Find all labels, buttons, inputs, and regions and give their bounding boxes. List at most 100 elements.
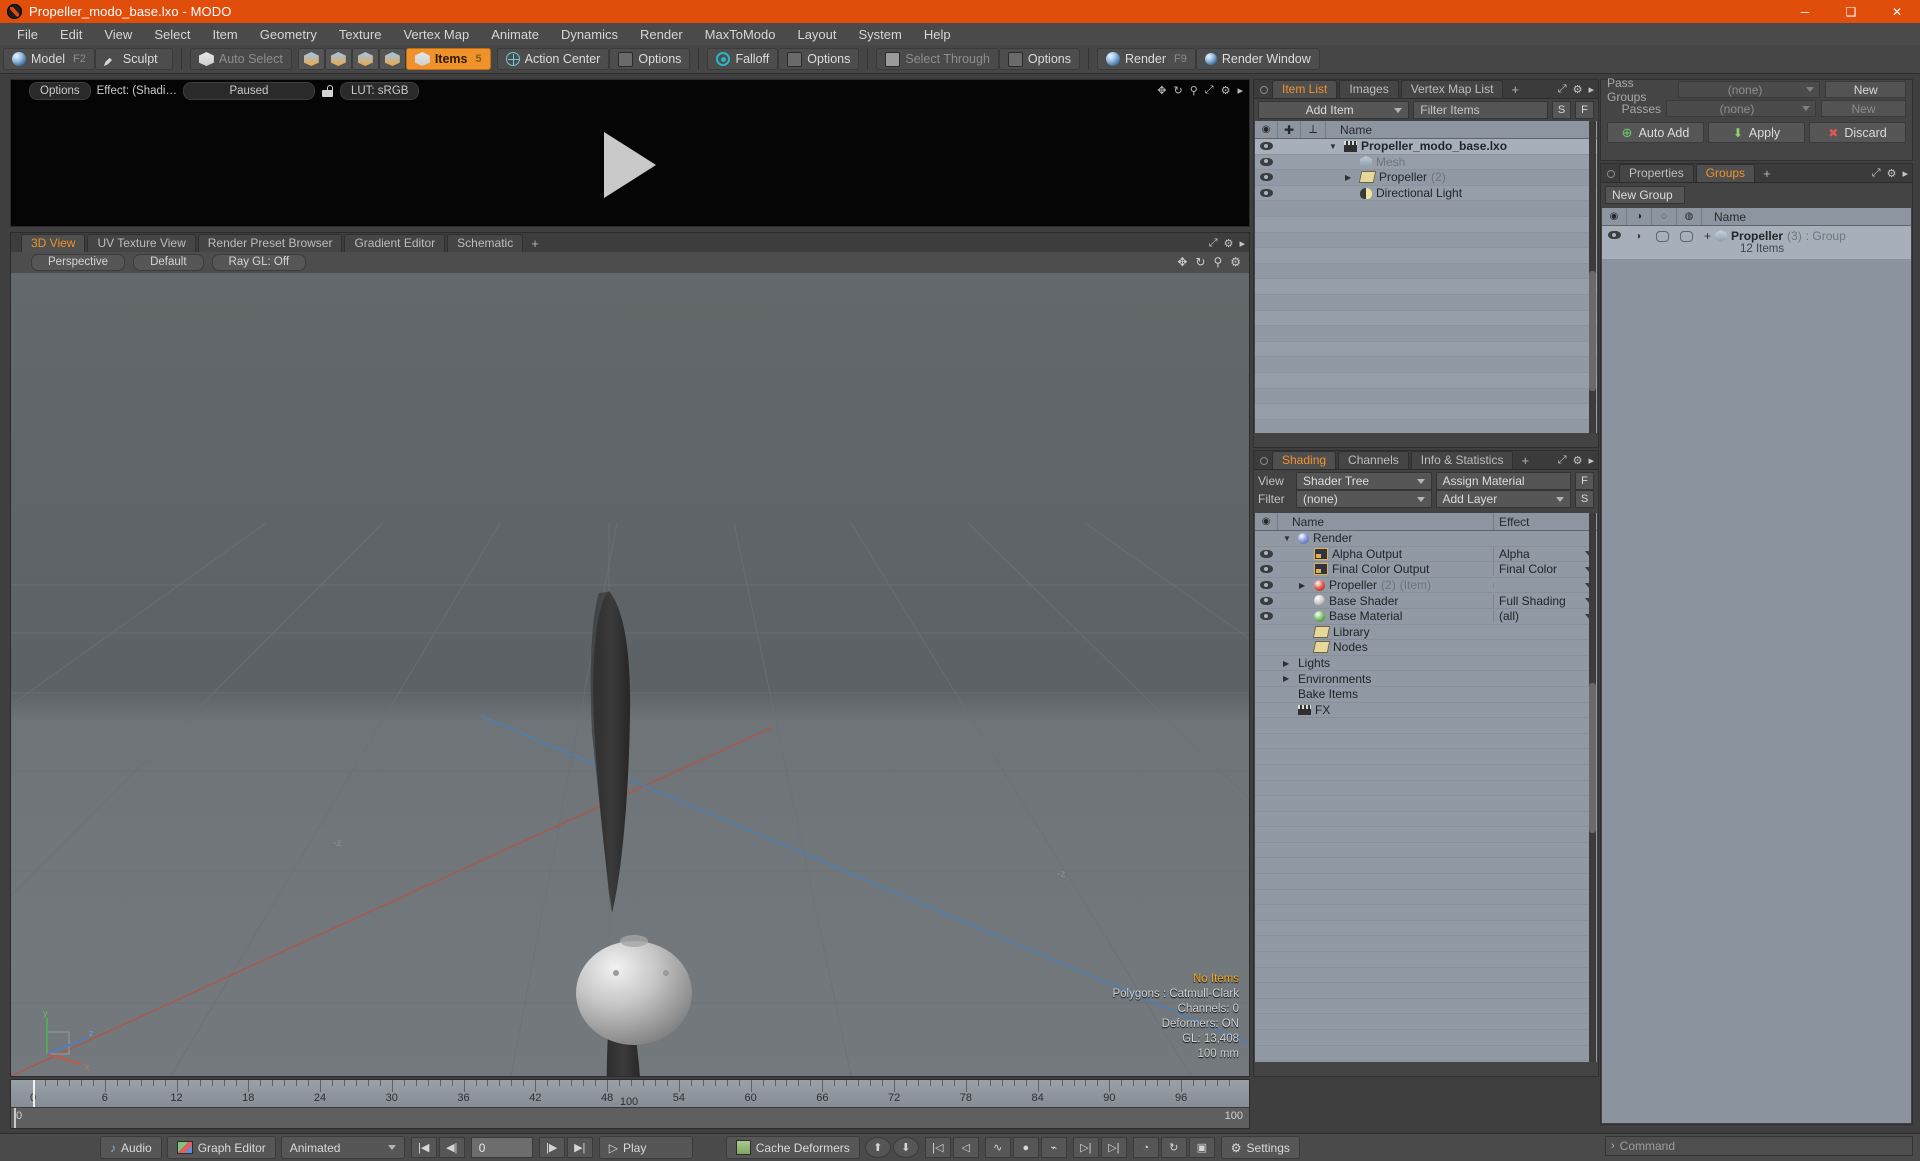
key-edit-icon[interactable]: ⌁ <box>1040 1137 1067 1158</box>
group-wire-toggle[interactable] <box>1674 229 1698 242</box>
filter-items-input[interactable]: Filter Items <box>1413 101 1548 119</box>
graph-editor-button[interactable]: Graph Editor <box>166 1136 276 1159</box>
key-up-icon[interactable]: ⬆ <box>864 1137 891 1158</box>
step-forward-button[interactable]: |▶ <box>538 1137 565 1158</box>
group-expander[interactable]: + <box>1704 229 1711 243</box>
chevron-right-icon[interactable]: ▸ <box>1902 167 1908 180</box>
select-through-button[interactable]: Select Through <box>876 48 999 70</box>
shading-scrollbar[interactable] <box>1589 513 1596 1062</box>
maximize-button[interactable]: ❑ <box>1828 0 1874 23</box>
shading-filter-dropdown[interactable]: (none) <box>1296 490 1432 508</box>
add-item-button[interactable]: Add Item <box>1258 101 1410 119</box>
shader-effect-dropdown[interactable]: Full Shading <box>1493 593 1597 608</box>
move-icon[interactable]: ✥ <box>1157 84 1166 97</box>
key-first-icon[interactable]: |◁ <box>924 1137 951 1158</box>
new-group-button[interactable]: New Group <box>1605 186 1685 204</box>
key-set-icon[interactable]: ● <box>1012 1137 1039 1158</box>
menu-item-layout[interactable]: Layout <box>786 25 847 44</box>
passes-new-button[interactable]: New <box>1821 100 1906 117</box>
shader-tree-row[interactable]: Library <box>1255 625 1597 641</box>
shader-tree[interactable]: ▼ Render Alpha Output Alpha Final Color Outp… <box>1255 531 1597 1062</box>
shader-tree-row[interactable]: ▶ Environments <box>1255 671 1597 687</box>
shader-visibility-toggle[interactable] <box>1255 565 1277 574</box>
preview-options-button[interactable]: Options <box>29 82 91 100</box>
menu-item-dynamics[interactable]: Dynamics <box>550 25 629 44</box>
action-center-button[interactable]: Action Center <box>496 48 610 70</box>
shader-tree-row[interactable]: Nodes <box>1255 640 1597 656</box>
shader-tree-row[interactable]: Base Material (all) <box>1255 609 1597 625</box>
move-icon[interactable]: ✥ <box>1177 255 1187 269</box>
shader-effect-dropdown[interactable]: Alpha <box>1493 546 1597 561</box>
tab-item-list[interactable]: Item List <box>1272 80 1338 98</box>
group-eye-toggle[interactable] <box>1602 229 1626 239</box>
edge-mode-button[interactable] <box>324 48 352 70</box>
shading-s-button[interactable]: S <box>1575 490 1594 508</box>
tab-properties[interactable]: Properties <box>1619 164 1694 182</box>
model-mode-button[interactable]: Model F2 <box>3 48 95 70</box>
chevron-right-icon[interactable]: ▸ <box>1588 454 1594 467</box>
search-icon[interactable]: ⚲ <box>1190 84 1198 97</box>
tab-vertex-map-list[interactable]: Vertex Map List <box>1400 80 1504 98</box>
menu-item-texture[interactable]: Texture <box>328 25 393 44</box>
timeline-playhead[interactable] <box>33 1080 35 1107</box>
viewport-default-button[interactable]: Default <box>133 254 204 271</box>
shading-f-button[interactable]: F <box>1575 472 1594 490</box>
menu-item-geometry[interactable]: Geometry <box>249 25 328 44</box>
play-triangle-icon[interactable] <box>604 131 656 198</box>
tab-schematic[interactable]: Schematic <box>447 234 524 252</box>
item-expander[interactable]: ▼ <box>1329 142 1340 151</box>
key-a-icon[interactable]: ◔ <box>1132 1137 1159 1158</box>
shader-effect-dropdown[interactable]: (all) <box>1493 609 1597 624</box>
preview-lut-button[interactable]: LUT: sRGB <box>339 82 420 100</box>
tab-add-tab[interactable]: + <box>1505 81 1525 98</box>
step-back-button[interactable]: ◀| <box>438 1137 465 1158</box>
gear-icon[interactable]: ⚙ <box>1887 167 1897 180</box>
shader-expander[interactable]: ▼ <box>1283 534 1294 543</box>
shader-tree-row[interactable]: ▶ Lights <box>1255 656 1597 672</box>
item-list-row[interactable]: Directional Light <box>1255 185 1597 202</box>
tab-3d-view[interactable]: 3D View <box>21 234 86 252</box>
refresh-icon[interactable]: ↻ <box>1174 84 1183 97</box>
shader-visibility-toggle[interactable] <box>1255 612 1277 621</box>
shader-tree-dropdown[interactable]: Shader Tree <box>1296 472 1432 490</box>
expand-icon[interactable]: ⤢ <box>1205 84 1214 97</box>
group-shade-toggle[interactable] <box>1650 229 1674 242</box>
select-through-options-button[interactable]: Options <box>998 48 1080 70</box>
search-icon[interactable]: ⚲ <box>1213 255 1222 269</box>
timeline-panel[interactable]: 0 6 12 18 24 30 36 42 48 54 60 66 72 78 84 90 96 100 0 10… <box>10 1079 1250 1129</box>
auto-add-button[interactable]: ⊕ Auto Add <box>1607 122 1704 143</box>
shader-tree-row[interactable]: ▶ Propeller (2) (Item) <box>1255 578 1597 594</box>
pass-groups-dropdown[interactable]: (none) <box>1677 81 1821 98</box>
expand-icon[interactable]: ⤢ <box>1558 83 1567 96</box>
item-list-tree[interactable]: ▼ Propeller_modo_base.lxo Mesh ▶ Propeller (2… <box>1255 139 1597 433</box>
cache-deformers-button[interactable]: Cache Deformers <box>725 1136 860 1159</box>
menu-item-help[interactable]: Help <box>913 25 962 44</box>
passes-dropdown[interactable]: (none) <box>1666 100 1816 117</box>
vertex-mode-button[interactable] <box>297 48 325 70</box>
menu-item-select[interactable]: Select <box>143 25 201 44</box>
shader-tree-row[interactable]: Base Shader Full Shading <box>1255 593 1597 609</box>
item-list-s-button[interactable]: S <box>1552 101 1571 119</box>
skip-start-button[interactable]: |◀ <box>410 1137 437 1158</box>
groups-row[interactable]: ◑ + Propeller (3) : Group 12 Items <box>1602 226 1911 260</box>
tab-uv-texture-view[interactable]: UV Texture View <box>87 234 196 252</box>
tab-render-preset-browser[interactable]: Render Preset Browser <box>197 234 343 252</box>
tab-images[interactable]: Images <box>1339 80 1399 98</box>
current-frame-field[interactable]: 0 <box>470 1137 533 1158</box>
tab-gradient-editor[interactable]: Gradient Editor <box>344 234 446 252</box>
falloff-button[interactable]: Falloff <box>707 48 779 70</box>
menu-item-item[interactable]: Item <box>201 25 248 44</box>
tab-groups[interactable]: Groups <box>1695 164 1756 182</box>
shader-expander[interactable]: ▶ <box>1299 581 1310 590</box>
gear-icon[interactable]: ⚙ <box>1230 255 1241 269</box>
shader-tree-row[interactable]: ▼ Render <box>1255 531 1597 547</box>
action-center-options-button[interactable]: Options <box>609 48 691 70</box>
menu-item-maxtomodo[interactable]: MaxToModo <box>694 25 787 44</box>
tab-info-statistics[interactable]: Info & Statistics <box>1410 451 1514 469</box>
menu-item-edit[interactable]: Edit <box>49 25 93 44</box>
menu-item-system[interactable]: System <box>848 25 913 44</box>
pass-groups-new-button[interactable]: New <box>1825 81 1906 98</box>
menu-item-render[interactable]: Render <box>629 25 694 44</box>
key-prev-icon[interactable]: ◁ <box>952 1137 979 1158</box>
viewport-ray-gl-off-button[interactable]: Ray GL: Off <box>211 254 307 271</box>
